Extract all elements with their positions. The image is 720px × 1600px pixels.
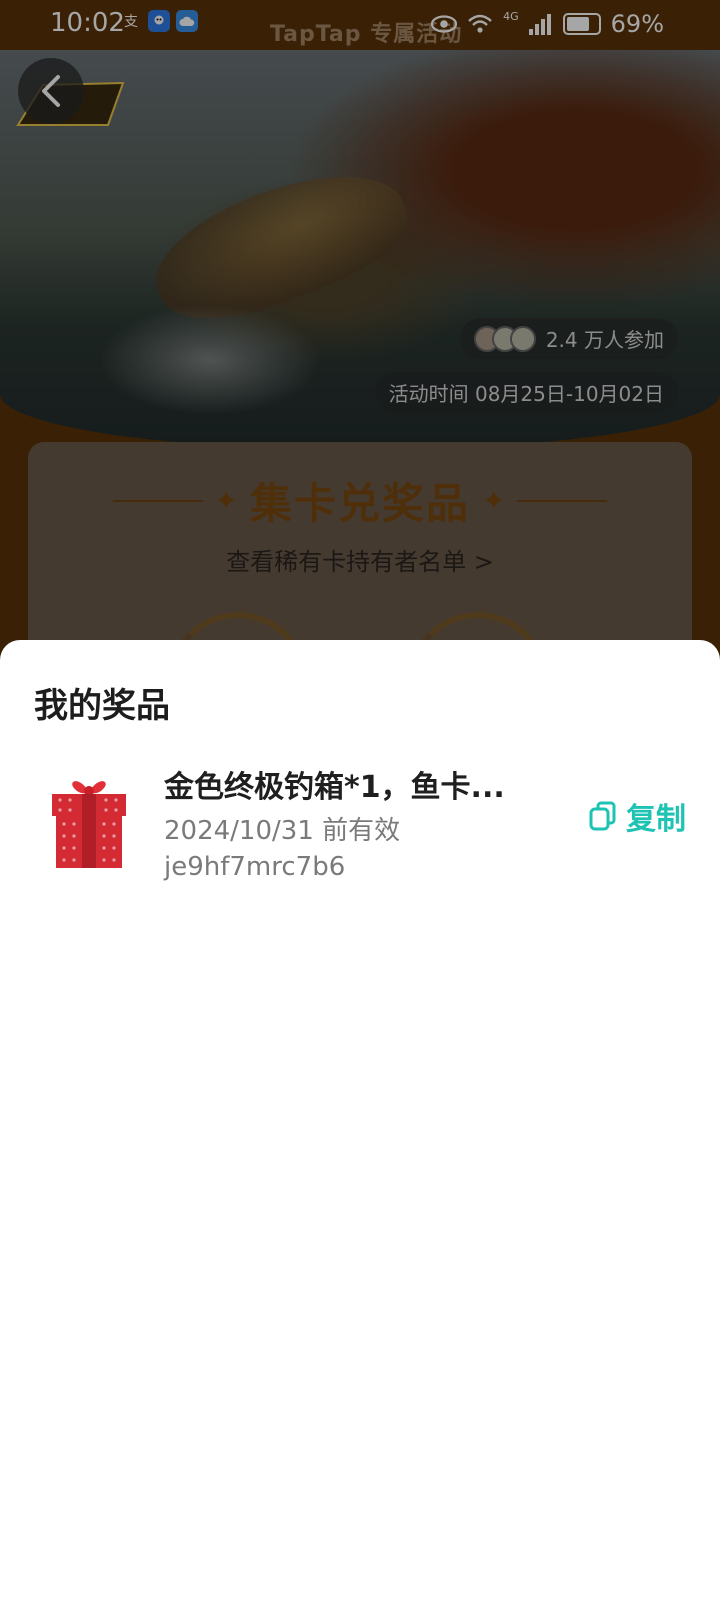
copy-label: 复制: [626, 802, 686, 837]
my-prizes-sheet: 我的奖品 金色终极钓箱*1，鱼卡... 2024/10/31 前有效 je9hf…: [0, 640, 720, 1600]
prize-item: 金色终极钓箱*1，鱼卡... 2024/10/31 前有效 je9hf7mrc7…: [0, 758, 720, 898]
background-page: 10:02 支 TapTap 专属活动 4G 69% 2.4 万人参加 活动时间…: [0, 0, 720, 660]
prize-name: 金色终极钓箱*1，鱼卡...: [164, 770, 505, 805]
gift-icon: [52, 781, 126, 868]
copy-code-button[interactable]: 复制: [588, 794, 686, 838]
sheet-title: 我的奖品: [34, 686, 170, 726]
prize-redeem-code: je9hf7mrc7b6: [164, 852, 346, 882]
modal-backdrop[interactable]: [0, 0, 720, 660]
prize-expiry: 2024/10/31 前有效: [164, 816, 401, 846]
copy-icon: [589, 801, 616, 831]
